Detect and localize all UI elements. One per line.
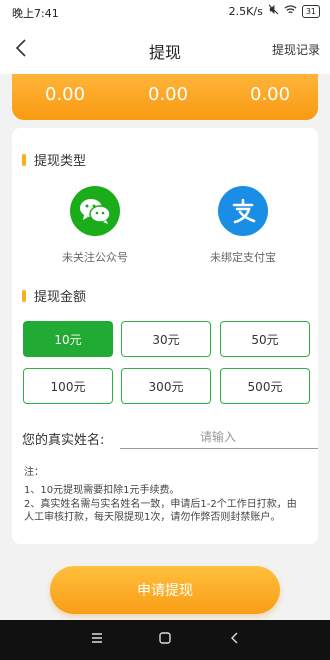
notes-block: 注： 1、10元提现需要扣除1元手续费。 2、真实姓名需与实名姓名一致，申请后1… xyxy=(24,466,306,525)
balance-value: 0.00 xyxy=(45,84,86,105)
status-bar: 晚上7:41 2.5K/s 31 xyxy=(0,0,330,24)
status-time: 晚上7:41 xyxy=(12,7,59,20)
wifi-icon xyxy=(284,4,297,18)
withdraw-card: 提现类型 未关注公众号 未绑定支付宝 提现金额 10元 30元 50元 100元… xyxy=(12,128,318,544)
nav-bar: 提现 提现记录 xyxy=(0,24,330,74)
apply-withdraw-button[interactable]: 申请提现 xyxy=(50,566,280,614)
battery-icon: 31 xyxy=(301,4,320,18)
menu-icon[interactable] xyxy=(90,631,104,649)
amount-option-300[interactable]: 300元 xyxy=(121,368,211,404)
wechat-label: 未关注公众号 xyxy=(62,251,128,264)
back-nav-icon[interactable] xyxy=(228,631,242,649)
withdraw-type-title: 提现类型 xyxy=(22,150,86,169)
amount-option-100[interactable]: 100元 xyxy=(23,368,113,404)
home-icon[interactable] xyxy=(158,631,172,649)
wechat-icon xyxy=(70,186,120,236)
status-indicators: 2.5K/s 31 xyxy=(229,4,320,18)
amount-option-50[interactable]: 50元 xyxy=(220,321,310,357)
wechat-option[interactable]: 未关注公众号 xyxy=(35,186,155,265)
withdraw-records-link[interactable]: 提现记录 xyxy=(272,41,320,58)
alipay-option[interactable]: 未绑定支付宝 xyxy=(183,186,303,265)
silent-icon xyxy=(268,4,279,18)
amount-option-30[interactable]: 30元 xyxy=(121,321,211,357)
balance-value: 0.00 xyxy=(250,84,291,105)
notes-heading: 注： xyxy=(24,467,44,478)
withdraw-amount-title: 提现金额 xyxy=(22,286,86,305)
balance-banner: 0.00 0.00 0.00 xyxy=(12,74,318,120)
section-title-text: 提现金额 xyxy=(34,290,87,305)
system-nav-bar xyxy=(0,620,330,660)
alipay-icon xyxy=(218,186,268,236)
note-line: 2、真实姓名需与实名姓名一致，申请后1-2个工作日打款，由人工审核打款，每天限提… xyxy=(24,499,297,523)
balance-value: 0.00 xyxy=(148,84,189,105)
alipay-label: 未绑定支付宝 xyxy=(210,251,276,264)
real-name-input[interactable] xyxy=(120,425,318,449)
real-name-row: 您的真实姓名: xyxy=(22,425,318,449)
amount-option-10[interactable]: 10元 xyxy=(23,321,113,357)
note-line: 1、10元提现需要扣除1元手续费。 xyxy=(24,485,180,496)
real-name-label: 您的真实姓名: xyxy=(22,433,105,448)
amount-option-500[interactable]: 500元 xyxy=(220,368,310,404)
section-marker xyxy=(22,289,26,302)
section-marker xyxy=(22,153,26,166)
network-speed: 2.5K/s xyxy=(228,4,263,18)
section-title-text: 提现类型 xyxy=(34,154,87,169)
